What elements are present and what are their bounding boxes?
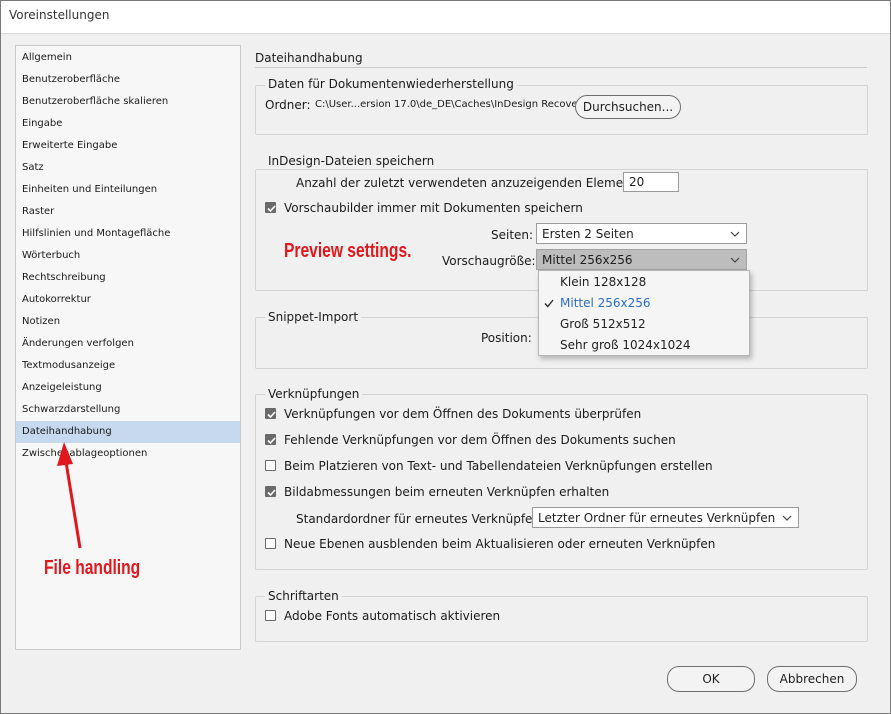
annotation-arrow xyxy=(57,442,82,549)
